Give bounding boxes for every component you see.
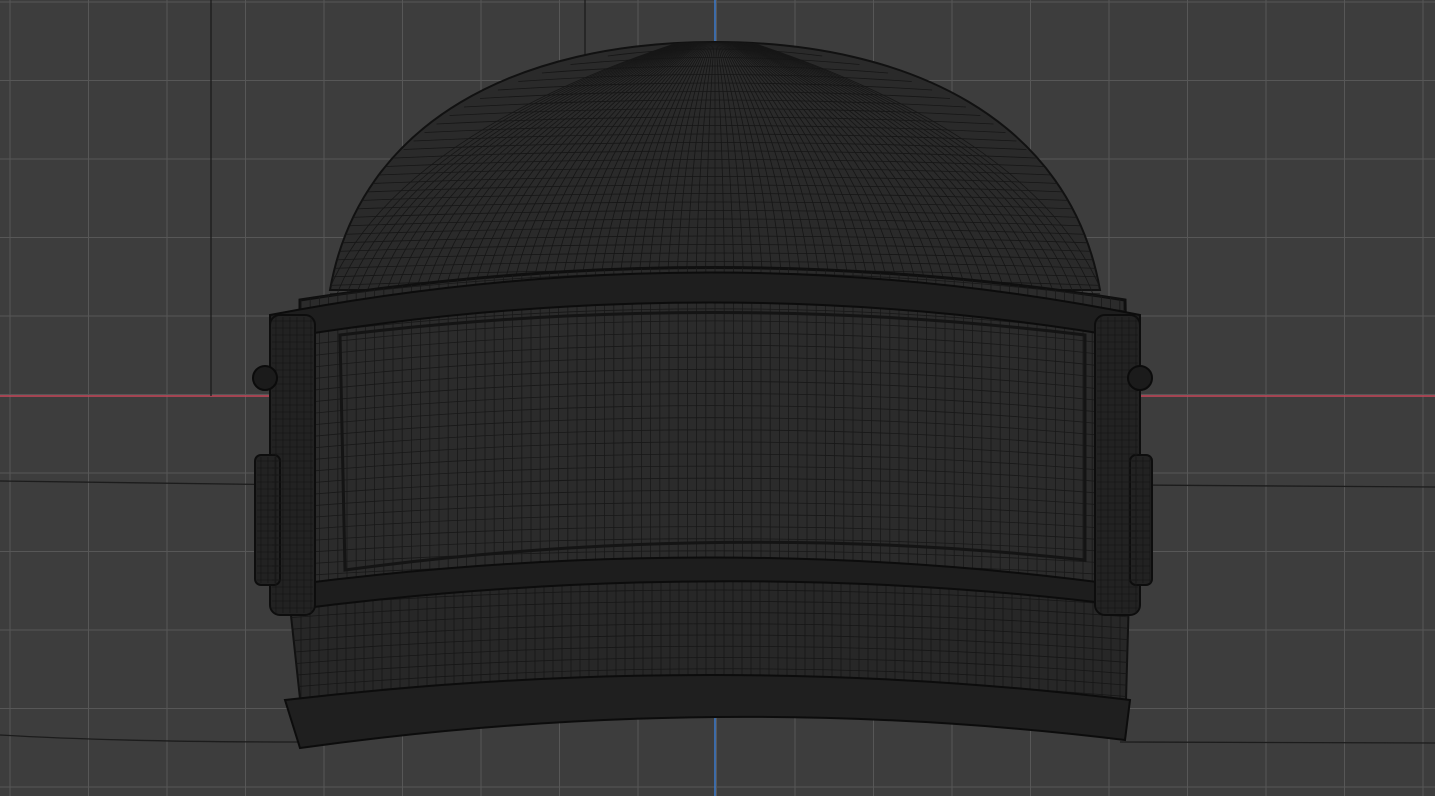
3d-viewport[interactable] xyxy=(0,0,1435,796)
helmet-mesh[interactable] xyxy=(252,40,1153,750)
viewport-canvas[interactable] xyxy=(0,0,1435,796)
